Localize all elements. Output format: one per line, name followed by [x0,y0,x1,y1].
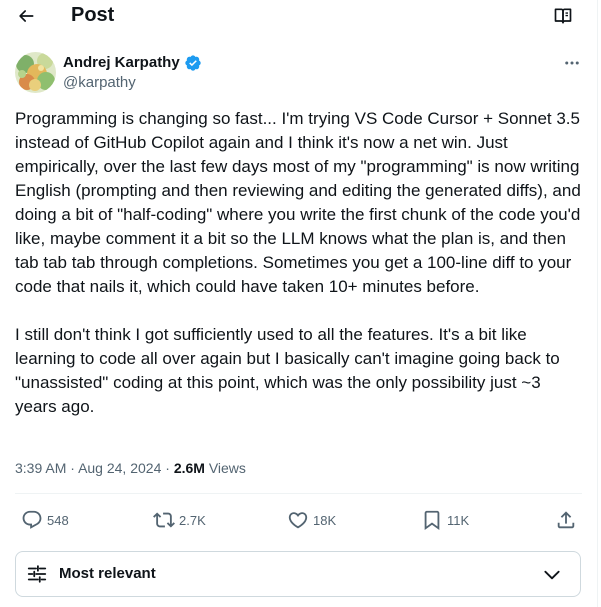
bookmark-icon [424,510,440,531]
more-dots-icon [565,61,579,65]
avatar-image [15,52,56,93]
back-button[interactable] [13,3,39,29]
repost-icon [153,512,175,528]
reply-count: 548 [47,512,69,528]
bookmark-button[interactable]: 11K [421,508,469,532]
tweet-paragraph: Programming is changing so fast... I'm t… [15,109,581,296]
views-label: Views [208,460,246,476]
avatar[interactable] [15,52,56,93]
repost-button[interactable]: 2.7K [153,508,206,532]
reply-button[interactable]: 548 [21,508,69,532]
share-icon [557,511,575,529]
chevron-down-icon [544,570,560,580]
bookmark-count: 11K [447,512,470,528]
like-button[interactable]: 18K [287,508,336,532]
views-count: 2.6M [173,460,205,476]
tweet-text: Programming is changing so fast... I'm t… [15,107,581,419]
like-count: 18K [313,512,337,528]
divider [15,493,582,494]
arrow-left-icon [19,10,34,22]
tweet-time[interactable]: 3:39 AM [15,460,66,476]
share-button[interactable] [555,508,577,532]
heart-icon [288,512,308,529]
tweet-paragraph: I still don't think I got sufficiently u… [15,325,560,416]
more-options-button[interactable] [560,53,584,73]
verified-badge-icon [185,55,201,71]
meta-separator: · [165,460,170,476]
reply-sort-selector[interactable]: Most relevant [15,551,581,597]
post-header: Post [0,0,597,32]
meta-separator: · [70,460,75,476]
author-handle[interactable]: @karpathy [63,73,136,93]
sort-label: Most relevant [59,565,156,582]
reader-mode-icon [554,8,572,24]
sort-filter-icon [27,565,47,583]
column-border [597,0,598,607]
reply-icon [22,510,42,529]
author-name[interactable]: Andrej Karpathy [63,53,202,73]
reader-mode-button[interactable] [551,4,575,28]
repost-count: 2.7K [179,512,206,528]
tweet-date[interactable]: Aug 24, 2024 [78,460,161,476]
author-name-text: Andrej Karpathy [63,54,180,71]
tweet-meta: 3:39 AM · Aug 24, 2024 · 2.6M Views [15,459,246,477]
page-title: Post [71,4,115,26]
